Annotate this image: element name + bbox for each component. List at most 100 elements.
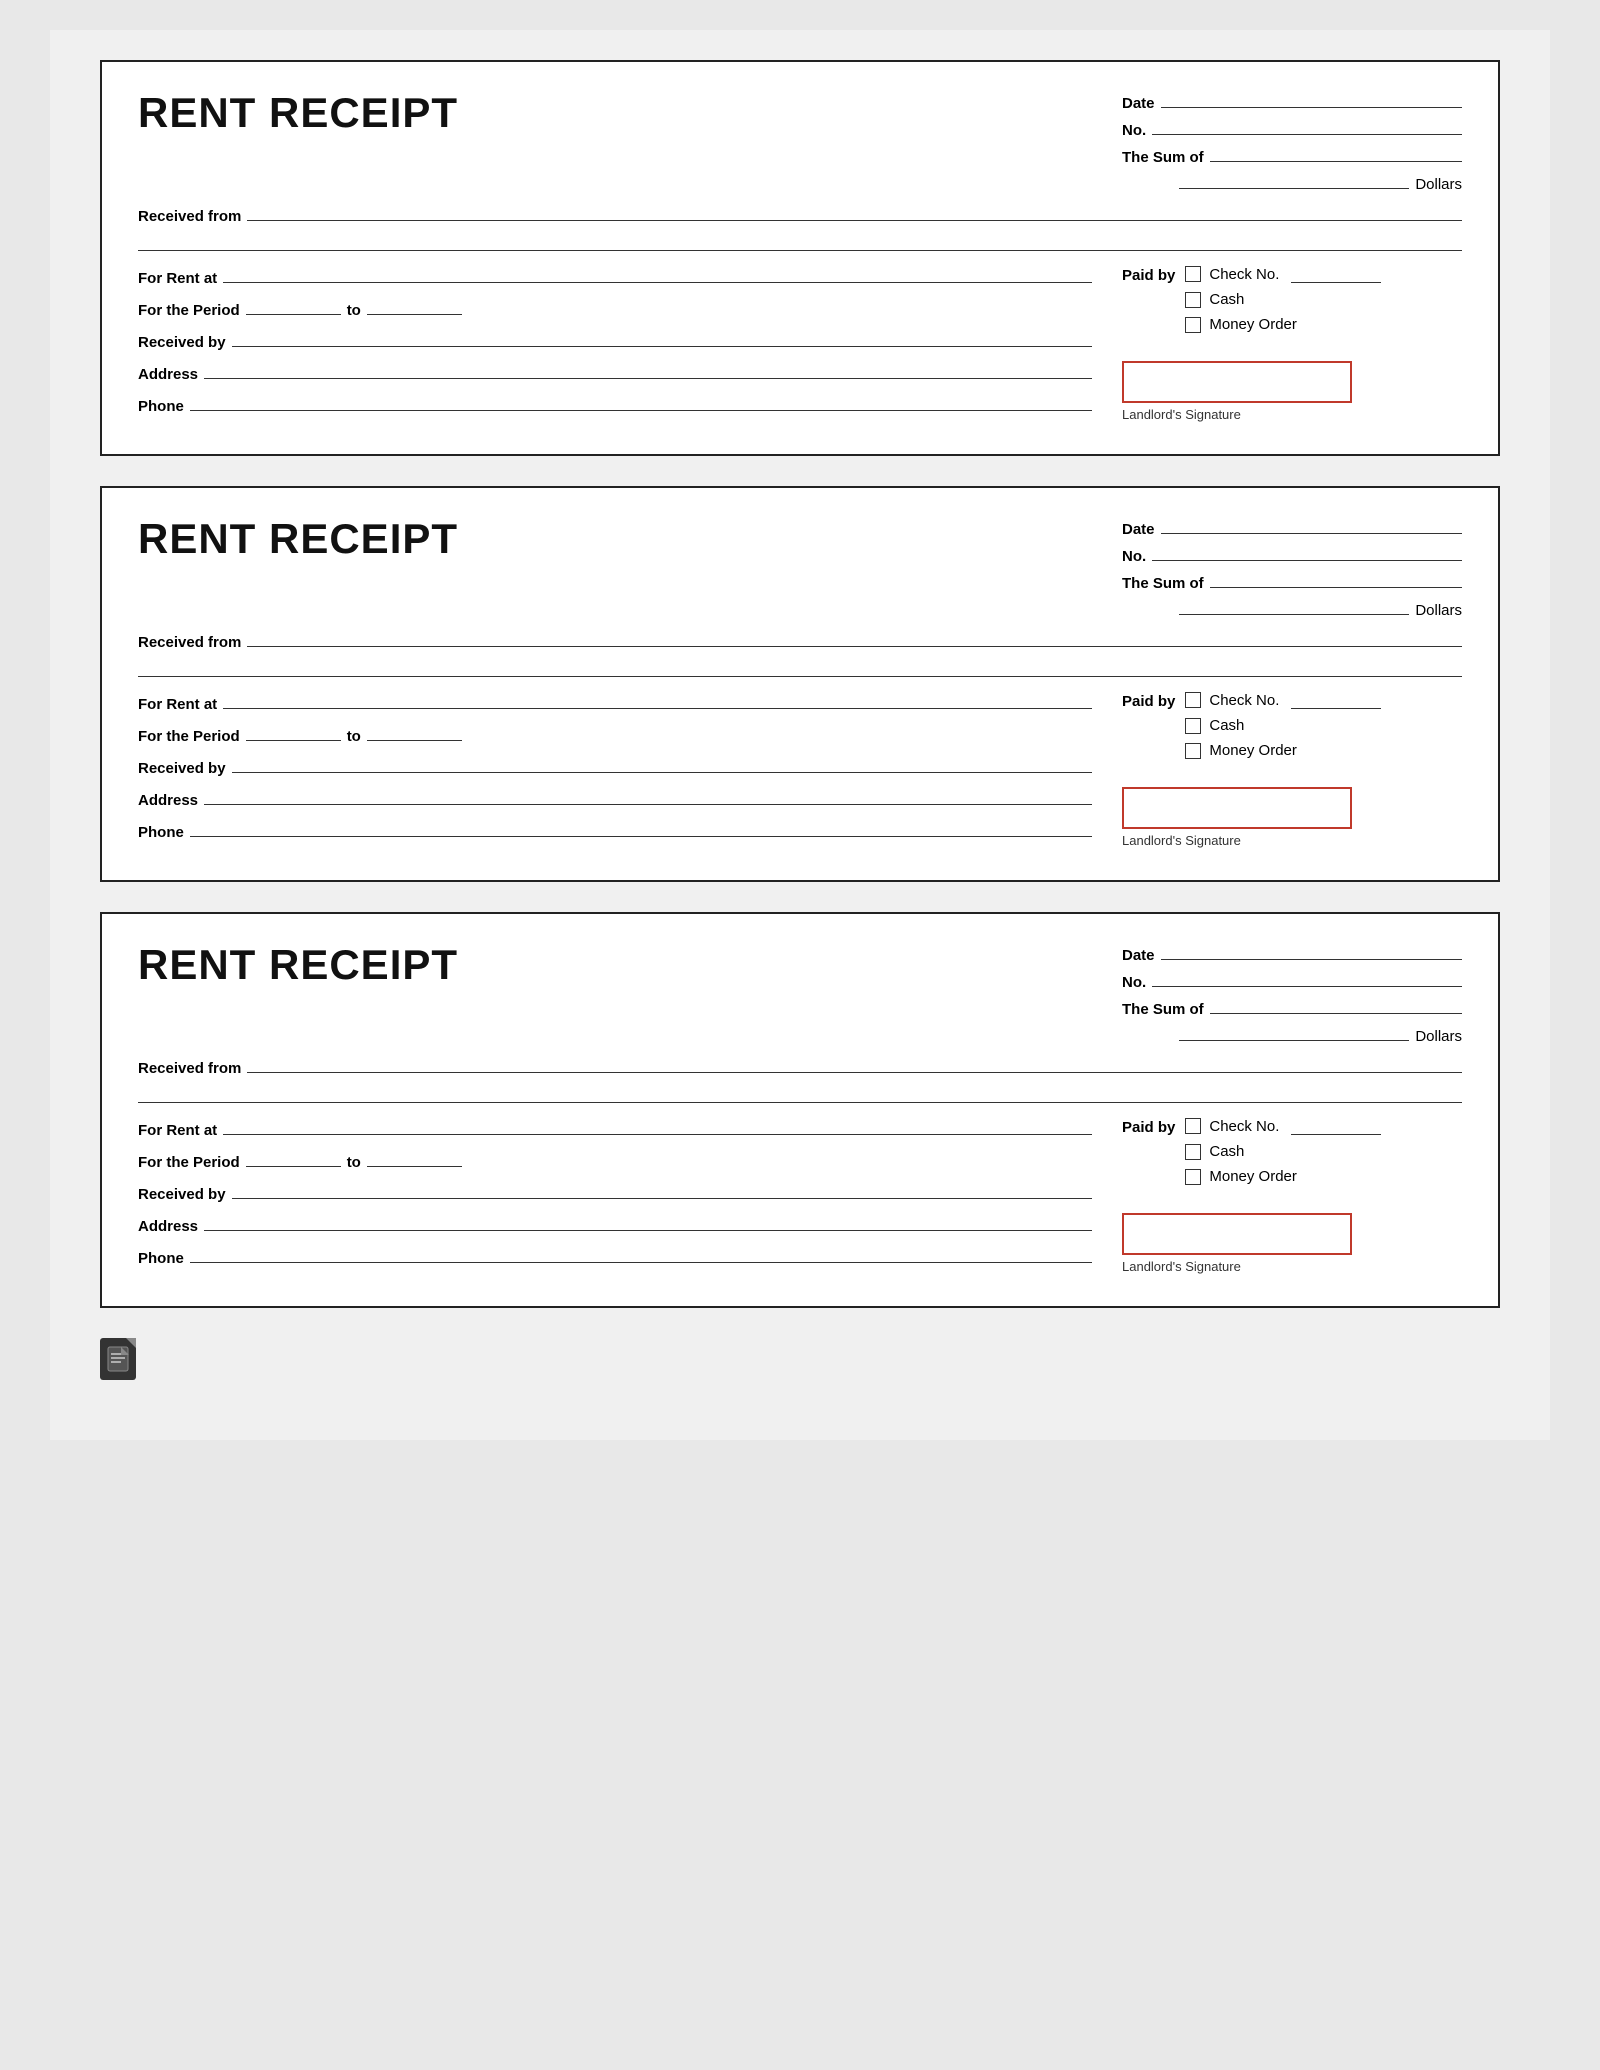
paid-by-label-1: Paid by [1122, 265, 1175, 284]
received-from-field-2[interactable] [247, 629, 1462, 647]
dollars-field-2[interactable] [1179, 597, 1409, 615]
money-order-label-1: Money Order [1209, 316, 1297, 333]
right-fields-2: Paid by Check No. Cash [1122, 691, 1462, 848]
receipt-title-1: RENT RECEIPT [138, 90, 458, 136]
sig-container-3: Landlord's Signature [1122, 1199, 1462, 1274]
no-label-1: No. [1122, 122, 1146, 139]
money-order-checkbox-1[interactable] [1185, 317, 1201, 333]
check-no-checkbox-1[interactable] [1185, 266, 1201, 282]
cash-item-2: Cash [1185, 717, 1381, 734]
period-to-field-3[interactable] [367, 1149, 462, 1167]
received-from-field-3[interactable] [247, 1055, 1462, 1073]
phone-field-1[interactable] [190, 393, 1092, 411]
right-fields-1: Paid by Check No. Cash [1122, 265, 1462, 422]
check-no-field-2[interactable] [1291, 691, 1381, 709]
date-field-3[interactable] [1161, 942, 1462, 960]
period-from-field-1[interactable] [246, 297, 341, 315]
sum-field-1[interactable] [1210, 144, 1462, 162]
address-label-2: Address [138, 792, 198, 809]
address-field-1[interactable] [204, 361, 1092, 379]
no-field-2[interactable] [1152, 543, 1462, 561]
received-by-row-3: Received by [138, 1181, 1092, 1203]
for-rent-at-row-1: For Rent at [138, 265, 1092, 287]
cash-checkbox-2[interactable] [1185, 718, 1201, 734]
dollars-field-3[interactable] [1179, 1023, 1409, 1041]
date-field-2[interactable] [1161, 516, 1462, 534]
phone-label-2: Phone [138, 824, 184, 841]
sum-label-2: The Sum of [1122, 575, 1204, 592]
check-no-field-3[interactable] [1291, 1117, 1381, 1135]
checkbox-list-2: Check No. Cash Money Order [1185, 691, 1381, 759]
address-field-2[interactable] [204, 787, 1092, 805]
check-no-field-1[interactable] [1291, 265, 1381, 283]
check-no-label-1: Check No. [1209, 266, 1279, 283]
period-from-field-2[interactable] [246, 723, 341, 741]
received-by-field-3[interactable] [232, 1181, 1092, 1199]
middle-section-2: For Rent at For the Period to Received b… [138, 691, 1462, 848]
no-field-3[interactable] [1152, 969, 1462, 987]
document-icon [100, 1338, 136, 1380]
received-by-field-1[interactable] [232, 329, 1092, 347]
period-from-field-3[interactable] [246, 1149, 341, 1167]
dollars-field-1[interactable] [1179, 171, 1409, 189]
sum-row-3: The Sum of [1122, 996, 1462, 1018]
received-by-label-2: Received by [138, 760, 226, 777]
signature-box-1[interactable] [1122, 361, 1352, 403]
phone-field-2[interactable] [190, 819, 1092, 837]
cash-item-3: Cash [1185, 1143, 1381, 1160]
paid-by-label-3: Paid by [1122, 1117, 1175, 1136]
left-fields-2: For Rent at For the Period to Received b… [138, 691, 1092, 841]
received-by-field-2[interactable] [232, 755, 1092, 773]
landlord-sig-label-2: Landlord's Signature [1122, 833, 1241, 848]
sum-field-2[interactable] [1210, 570, 1462, 588]
address-row-1: Address [138, 361, 1092, 383]
receipt-top-2: RENT RECEIPT Date No. The Sum of Dollars [138, 516, 1462, 619]
signature-box-3[interactable] [1122, 1213, 1352, 1255]
address-field-3[interactable] [204, 1213, 1092, 1231]
cash-checkbox-3[interactable] [1185, 1144, 1201, 1160]
sum-label-3: The Sum of [1122, 1001, 1204, 1018]
paid-by-row-3: Paid by Check No. Cash [1122, 1117, 1462, 1185]
date-row-1: Date [1122, 90, 1462, 112]
receipt-card-2: RENT RECEIPT Date No. The Sum of Dollars [100, 486, 1500, 882]
check-no-checkbox-2[interactable] [1185, 692, 1201, 708]
address-row-2: Address [138, 787, 1092, 809]
landlord-sig-label-3: Landlord's Signature [1122, 1259, 1241, 1274]
top-right-group-1: Date No. The Sum of Dollars [1122, 90, 1462, 193]
money-order-label-2: Money Order [1209, 742, 1297, 759]
period-to-field-1[interactable] [367, 297, 462, 315]
signature-box-2[interactable] [1122, 787, 1352, 829]
top-right-group-3: Date No. The Sum of Dollars [1122, 942, 1462, 1045]
for-rent-at-field-3[interactable] [223, 1117, 1092, 1135]
date-row-2: Date [1122, 516, 1462, 538]
to-label-3: to [347, 1154, 361, 1171]
check-no-checkbox-3[interactable] [1185, 1118, 1201, 1134]
cash-checkbox-1[interactable] [1185, 292, 1201, 308]
check-no-item-2: Check No. [1185, 691, 1381, 709]
right-fields-3: Paid by Check No. Cash [1122, 1117, 1462, 1274]
phone-field-3[interactable] [190, 1245, 1092, 1263]
money-order-checkbox-2[interactable] [1185, 743, 1201, 759]
no-label-3: No. [1122, 974, 1146, 991]
sig-container-2: Landlord's Signature [1122, 773, 1462, 848]
sum-field-3[interactable] [1210, 996, 1462, 1014]
received-from-field-1[interactable] [247, 203, 1462, 221]
middle-section-3: For Rent at For the Period to Received b… [138, 1117, 1462, 1274]
check-no-label-3: Check No. [1209, 1118, 1279, 1135]
for-the-period-label-3: For the Period [138, 1154, 240, 1171]
no-field-1[interactable] [1152, 117, 1462, 135]
receipt-title-2: RENT RECEIPT [138, 516, 458, 562]
for-rent-at-label-3: For Rent at [138, 1122, 217, 1139]
cash-item-1: Cash [1185, 291, 1381, 308]
check-no-label-2: Check No. [1209, 692, 1279, 709]
for-rent-at-field-2[interactable] [223, 691, 1092, 709]
for-rent-at-row-2: For Rent at [138, 691, 1092, 713]
date-field-1[interactable] [1161, 90, 1462, 108]
paid-by-label-2: Paid by [1122, 691, 1175, 710]
period-to-field-2[interactable] [367, 723, 462, 741]
for-rent-at-field-1[interactable] [223, 265, 1092, 283]
money-order-checkbox-3[interactable] [1185, 1169, 1201, 1185]
paid-by-row-1: Paid by Check No. Cash [1122, 265, 1462, 333]
address-row-3: Address [138, 1213, 1092, 1235]
period-row-1: For the Period to [138, 297, 1092, 319]
